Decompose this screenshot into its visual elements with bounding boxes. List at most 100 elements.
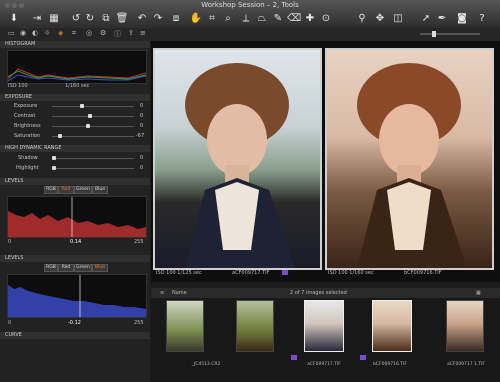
- thumbnail-3[interactable]: [304, 300, 344, 352]
- hand-icon[interactable]: ✋: [190, 11, 202, 25]
- compare-icon[interactable]: ⧈: [170, 11, 182, 25]
- brightness-knob[interactable]: [86, 124, 90, 128]
- brightness-slider[interactable]: [52, 126, 134, 127]
- local-tab-icon[interactable]: ⚙: [100, 29, 106, 37]
- picker-icon[interactable]: ✚: [304, 11, 316, 25]
- camera-icon[interactable]: ◙: [456, 11, 468, 25]
- rotate-left-icon[interactable]: ↺: [70, 11, 82, 25]
- thumbnail-2[interactable]: [236, 300, 274, 352]
- levels2-white-value[interactable]: 255: [134, 320, 144, 326]
- red-levels-histogram: [7, 196, 147, 238]
- zoom-slider[interactable]: [420, 33, 480, 35]
- histogram-header[interactable]: HISTOGRAM: [0, 41, 150, 48]
- brightness-value[interactable]: 0: [140, 123, 143, 129]
- undo-icon[interactable]: ↶: [136, 11, 148, 25]
- saturation-label: Saturation: [14, 133, 41, 139]
- photo-left[interactable]: [153, 48, 322, 270]
- metadata-tab-icon[interactable]: ⓘ: [114, 29, 121, 39]
- shadow-slider[interactable]: [52, 158, 134, 159]
- move-icon[interactable]: ✥: [374, 11, 386, 25]
- redo-icon[interactable]: ↷: [152, 11, 164, 25]
- levels2-black-value[interactable]: 0: [8, 320, 11, 326]
- photo-right[interactable]: [325, 48, 494, 270]
- levels2-tab-rgb[interactable]: RGB: [44, 264, 58, 272]
- import-icon[interactable]: ⇥: [30, 11, 44, 25]
- zoom-slider-knob[interactable]: [432, 31, 436, 37]
- zoom-icon[interactable]: ⌕: [222, 11, 234, 25]
- thumbnail-4[interactable]: [372, 300, 412, 352]
- cursor-icon[interactable]: ➚: [420, 11, 432, 25]
- lens-tab-icon[interactable]: ◈: [58, 29, 63, 37]
- exposure-header[interactable]: EXPOSURE: [0, 94, 150, 101]
- thumbnail-caption-3: bCF009716.TIF: [373, 362, 407, 367]
- straighten-icon[interactable]: ⟂: [240, 11, 252, 25]
- copy-icon[interactable]: ⧉: [100, 11, 112, 25]
- exposure-slider[interactable]: [52, 106, 134, 107]
- download-icon[interactable]: ⬇: [8, 11, 20, 25]
- levels-header[interactable]: LEVELS: [0, 178, 150, 185]
- exposure-value[interactable]: 0: [140, 103, 143, 109]
- left-color-tag[interactable]: [282, 270, 288, 275]
- saturation-value[interactable]: -67: [136, 133, 144, 139]
- capture-tab-icon[interactable]: ◉: [20, 29, 26, 37]
- close-window-button[interactable]: [5, 3, 10, 8]
- levels2-tab-green[interactable]: Green: [74, 264, 92, 272]
- levels2-tab-blue[interactable]: Blue: [92, 264, 108, 272]
- highlight-slider[interactable]: [52, 168, 134, 169]
- pick-icon[interactable]: ✒: [436, 11, 448, 25]
- levels1-white-value[interactable]: 255: [134, 239, 144, 245]
- brush-icon[interactable]: ✎: [272, 11, 284, 25]
- left-photo-filename: aCF009717.TIF: [232, 270, 270, 276]
- curve-header[interactable]: CURVE: [0, 332, 150, 339]
- clone-icon[interactable]: ⊙: [320, 11, 332, 25]
- contrast-knob[interactable]: [88, 114, 92, 118]
- shadow-value[interactable]: 0: [140, 155, 143, 161]
- levels-tab-red[interactable]: Red: [58, 186, 74, 194]
- details-tab-icon[interactable]: ◎: [86, 29, 92, 37]
- levels-header-2[interactable]: LEVELS: [0, 255, 150, 262]
- thumbnail-caption-2: aCF009717.TIF: [307, 362, 341, 367]
- thumbnail-4-color-tag[interactable]: [360, 355, 366, 360]
- levels-tab-rgb[interactable]: RGB: [44, 186, 58, 194]
- trash-icon[interactable]: 🗑: [116, 11, 129, 25]
- sort-dropdown[interactable]: Name: [172, 290, 187, 296]
- levels2-tab-red[interactable]: Red: [58, 264, 74, 272]
- help-icon[interactable]: ?: [476, 11, 488, 25]
- crop-icon[interactable]: ⌗: [206, 11, 218, 25]
- thumbnail-caption-4: aCF009717 1.TIF: [446, 362, 486, 367]
- search-icon[interactable]: ⚲: [356, 11, 368, 25]
- filmstrip-view-icon[interactable]: ▦: [476, 290, 481, 296]
- hdr-header[interactable]: HIGH DYNAMIC RANGE: [0, 145, 150, 152]
- saturation-knob[interactable]: [58, 134, 62, 138]
- minimize-window-button[interactable]: [12, 3, 17, 8]
- output-tab-icon[interactable]: ⇪: [128, 29, 134, 37]
- contrast-value[interactable]: 0: [140, 113, 143, 119]
- batch-tab-icon[interactable]: ≡: [140, 29, 146, 37]
- highlight-knob[interactable]: [52, 166, 56, 170]
- saturation-slider[interactable]: [52, 136, 134, 137]
- rotate-right-icon[interactable]: ↻: [84, 11, 96, 25]
- grid-icon[interactable]: ▦: [48, 11, 60, 25]
- levels-tab-blue[interactable]: Blue: [92, 186, 108, 194]
- eraser-icon[interactable]: ⌫: [287, 11, 301, 25]
- zoom-window-button[interactable]: [19, 3, 24, 8]
- highlight-value[interactable]: 0: [140, 165, 143, 171]
- color-tab-icon[interactable]: ◐: [32, 29, 38, 37]
- thumbnail-5[interactable]: [446, 300, 484, 352]
- sort-icon[interactable]: ≡: [160, 290, 164, 296]
- folder-tab-icon[interactable]: ▭: [8, 29, 15, 37]
- shadow-label: Shadow: [18, 155, 38, 161]
- levels1-mid-value[interactable]: 0.14: [70, 239, 81, 245]
- levels1-black-value[interactable]: 0: [8, 239, 11, 245]
- contrast-slider[interactable]: [52, 116, 134, 117]
- composition-tab-icon[interactable]: ⌗: [72, 29, 76, 38]
- mask-icon[interactable]: ◫: [392, 11, 404, 25]
- levels-tab-green[interactable]: Green: [74, 186, 92, 194]
- exposure-knob[interactable]: [80, 104, 84, 108]
- shadow-knob[interactable]: [52, 156, 56, 160]
- thumbnail-3-color-tag[interactable]: [291, 355, 297, 360]
- thumbnail-1[interactable]: [166, 300, 204, 352]
- levels2-mid-value[interactable]: -0.12: [68, 320, 81, 326]
- keystone-icon[interactable]: ⏢: [256, 11, 268, 25]
- exposure-tab-icon[interactable]: ☼: [44, 29, 50, 37]
